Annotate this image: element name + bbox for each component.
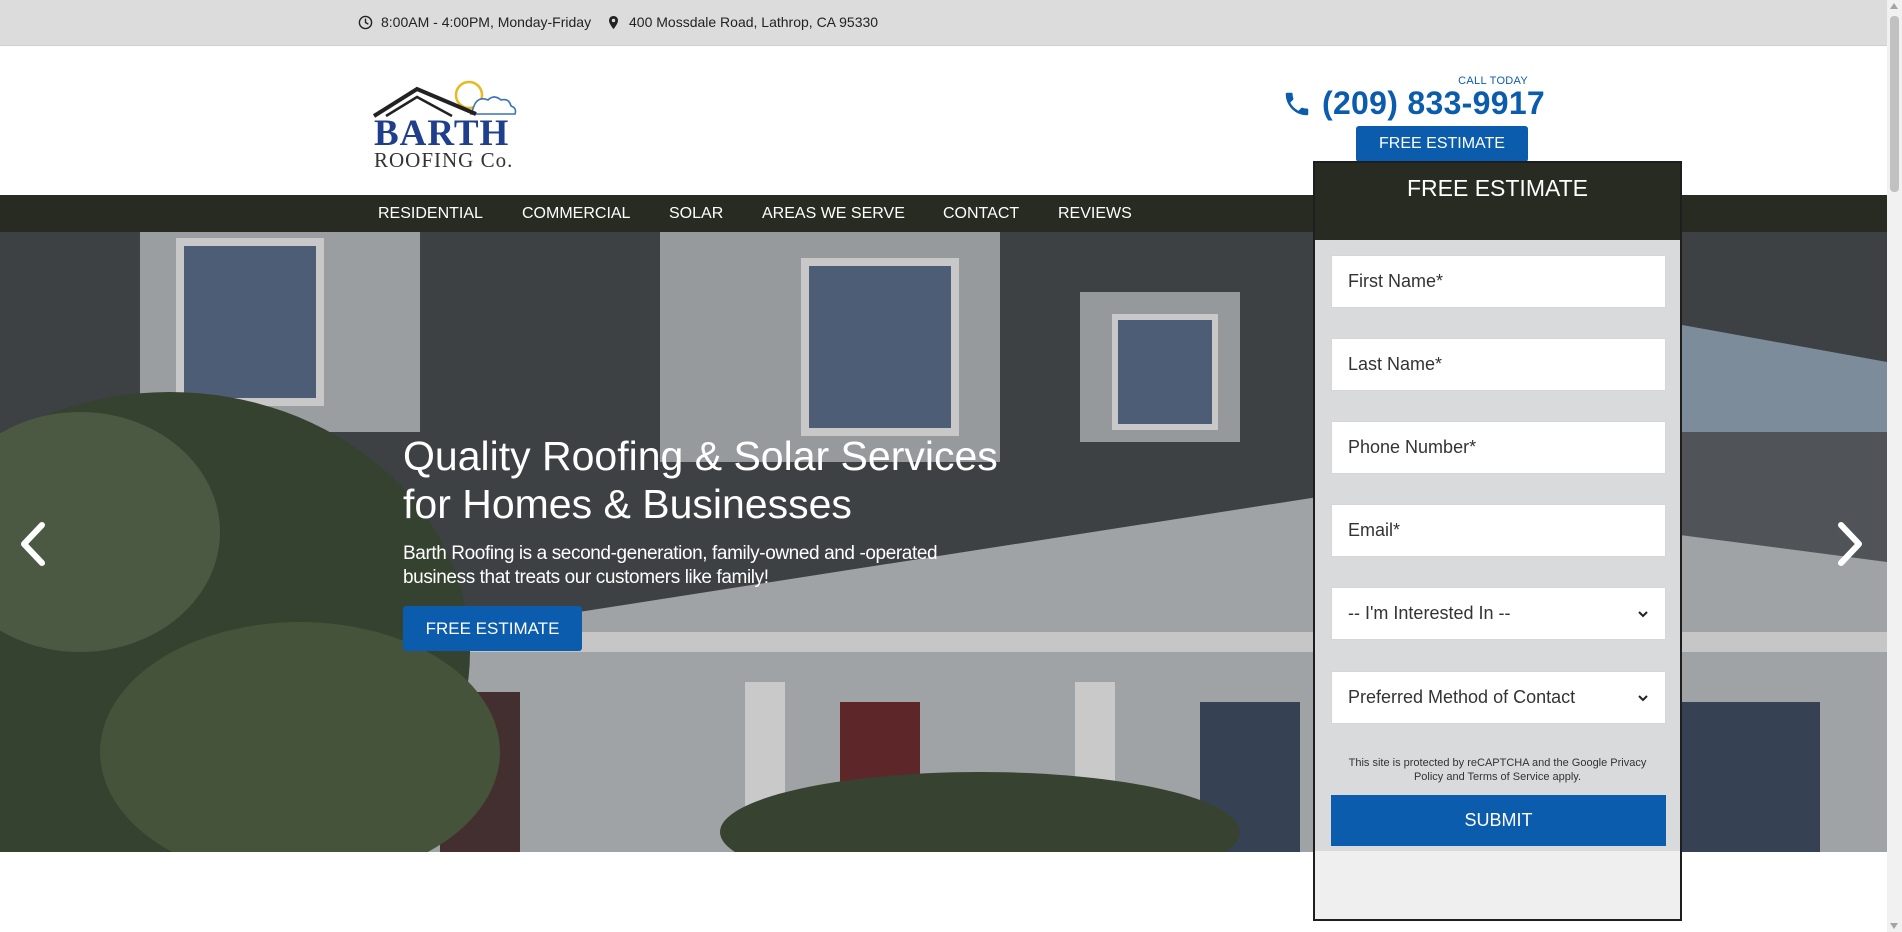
- interest-select-value: -- I'm Interested In --: [1348, 603, 1511, 623]
- submit-button[interactable]: SUBMIT: [1331, 795, 1666, 846]
- contact-method-select[interactable]: Preferred Method of Contact: [1331, 671, 1666, 724]
- clock-icon: [358, 15, 373, 29]
- chevron-down-icon: [1638, 610, 1648, 617]
- hours-text: 8:00AM - 4:00PM, Monday-Friday: [381, 14, 592, 30]
- hero-subtext: Barth Roofing is a second-generation, fa…: [403, 543, 938, 588]
- map-pin-icon: [609, 15, 618, 29]
- contact-method-select-value: Preferred Method of Contact: [1348, 687, 1576, 707]
- hours-info: 8:00AM - 4:00PM, Monday-Friday: [358, 14, 591, 30]
- first-name-field[interactable]: First Name*: [1331, 255, 1666, 308]
- header-free-estimate-button[interactable]: FREE ESTIMATE: [1356, 126, 1528, 162]
- last-name-field[interactable]: Last Name*: [1331, 338, 1666, 391]
- free-estimate-form: FREE ESTIMATE First Name* Last Name* Pho…: [1313, 161, 1682, 921]
- chevron-left-icon[interactable]: [14, 519, 54, 569]
- address-info: 400 Mossdale Road, Lathrop, CA 95330: [606, 14, 878, 30]
- hero-free-estimate-button[interactable]: FREE ESTIMATE: [403, 606, 582, 651]
- nav-item-residential[interactable]: RESIDENTIAL: [378, 205, 483, 223]
- form-header: FREE ESTIMATE: [1315, 163, 1680, 240]
- scroll-up-arrow-icon[interactable]: [1890, 3, 1898, 9]
- recaptcha-notice: This site is protected by reCAPTCHA and …: [1348, 757, 1647, 783]
- phone-icon: [1285, 92, 1309, 115]
- page-scrollbar[interactable]: [1887, 0, 1902, 932]
- nav-item-solar[interactable]: SOLAR: [669, 205, 723, 223]
- form-title: FREE ESTIMATE: [1406, 175, 1589, 201]
- scrollbar-thumb[interactable]: [1890, 16, 1899, 192]
- nav-item-contact[interactable]: CONTACT: [943, 205, 1019, 223]
- nav-item-commercial[interactable]: COMMERCIAL: [522, 205, 630, 223]
- interest-select[interactable]: -- I'm Interested In --: [1331, 587, 1666, 640]
- hero-headline: Quality Roofing & Solar Services for Hom…: [403, 433, 998, 527]
- top-info-bar: 8:00AM - 4:00PM, Monday-Friday 400 Mossd…: [0, 0, 1887, 46]
- logo[interactable]: BARTH ROOFING Co.: [372, 76, 532, 172]
- nav-item-reviews[interactable]: REVIEWS: [1058, 205, 1132, 223]
- chevron-down-icon: [1638, 694, 1648, 701]
- phone-number-field[interactable]: Phone Number*: [1331, 421, 1666, 474]
- nav-item-areas-we-serve[interactable]: AREAS WE SERVE: [762, 205, 905, 223]
- phone-number[interactable]: (209) 833-9917: [1322, 85, 1545, 122]
- email-field[interactable]: Email*: [1331, 504, 1666, 557]
- chevron-right-icon[interactable]: [1829, 519, 1869, 569]
- logo-text-roofing: ROOFING Co.: [374, 148, 514, 172]
- scroll-down-arrow-icon[interactable]: [1890, 923, 1898, 929]
- address-text: 400 Mossdale Road, Lathrop, CA 95330: [629, 14, 879, 30]
- phone-link[interactable]: (209) 833-9917: [1282, 85, 1545, 122]
